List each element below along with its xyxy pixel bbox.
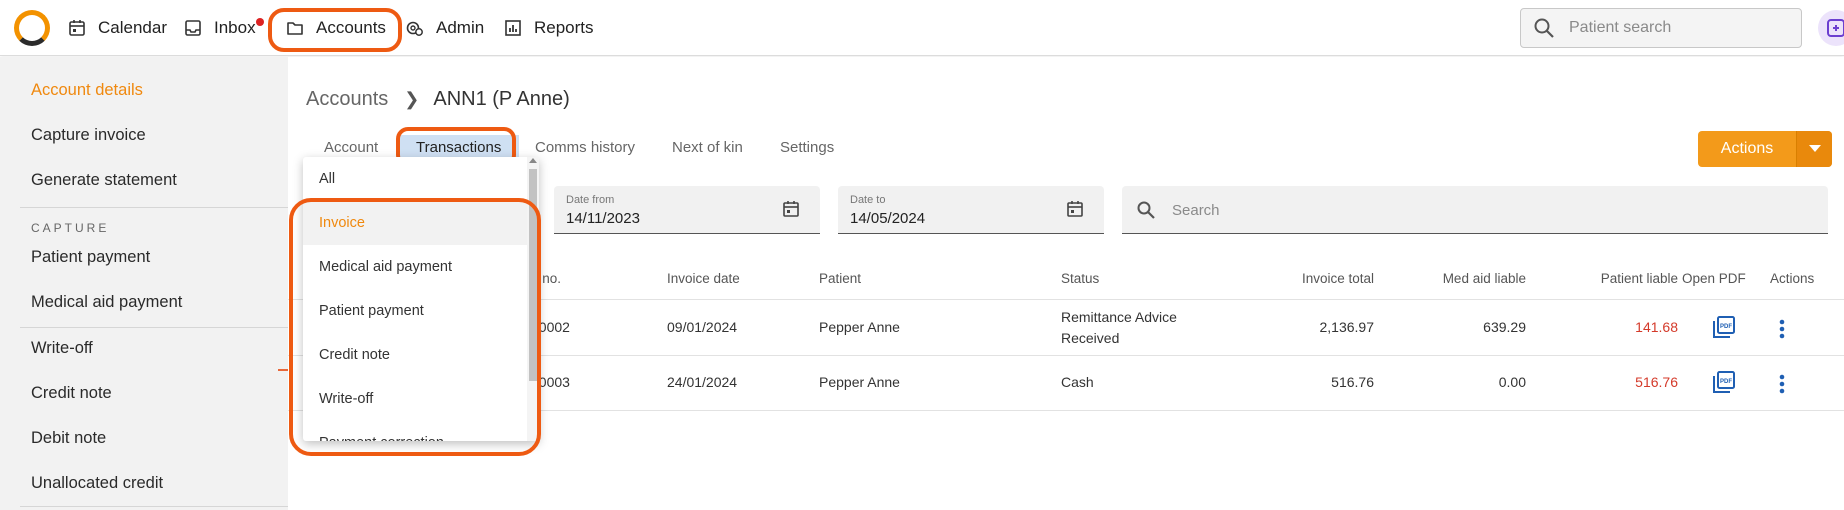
sidebar-item-medical-aid-payment[interactable]: Medical aid payment <box>31 293 182 312</box>
cell-status-line1: Cash <box>1061 374 1094 390</box>
breadcrumb-accounts[interactable]: Accounts <box>306 88 388 111</box>
cell-patient-liable: 516.76 <box>1635 374 1678 390</box>
tab-next-of-kin[interactable]: Next of kin <box>672 139 743 156</box>
tab-settings[interactable]: Settings <box>780 139 834 156</box>
sidebar-item-generate-statement[interactable]: Generate statement <box>31 171 177 190</box>
sidebar-section-capture: CAPTURE <box>31 221 110 235</box>
dropdown-option-credit-note[interactable]: Credit note <box>303 333 527 377</box>
cell-patient: Pepper Anne <box>819 319 900 335</box>
sidebar-edge-marker <box>278 369 288 371</box>
sidebar-divider <box>20 327 288 328</box>
sidebar-divider <box>20 207 288 208</box>
column-header-actions: Actions <box>1770 271 1815 286</box>
cell-invoice-total: 516.76 <box>1331 374 1374 390</box>
column-header-patient-liable[interactable]: Patient liable <box>1578 271 1678 286</box>
breadcrumb-current: ANN1 (P Anne) <box>433 88 570 110</box>
date-to-value: 14/05/2024 <box>850 210 926 227</box>
date-to-field[interactable]: Date to 14/05/2024 <box>838 186 1104 234</box>
account-sidebar: Account details Capture invoice Generate… <box>0 57 288 510</box>
sidebar-item-unallocated-credit[interactable]: Unallocated credit <box>31 474 163 493</box>
date-from-label: Date from <box>566 194 615 206</box>
admin-gear-icon <box>406 21 423 36</box>
sidebar-item-credit-note[interactable]: Credit note <box>31 384 112 403</box>
nav-calendar-label: Calendar <box>98 18 167 37</box>
user-avatar[interactable] <box>1818 10 1844 46</box>
inbox-icon <box>185 20 201 36</box>
patient-search-input[interactable] <box>1569 19 1789 37</box>
calendar-picker-icon[interactable] <box>782 200 800 218</box>
nav-inbox[interactable]: Inbox <box>184 15 264 41</box>
folder-icon <box>287 22 303 35</box>
pdf-icon[interactable]: PDF <box>1712 370 1736 394</box>
sidebar-divider <box>20 506 288 507</box>
cell-invoice-total: 2,136.97 <box>1319 319 1375 335</box>
cell-med-aid-liable: 0.00 <box>1498 374 1526 390</box>
nav-admin-label: Admin <box>436 18 485 37</box>
caret-down-icon <box>1808 145 1821 152</box>
more-vertical-icon[interactable] <box>1779 319 1785 339</box>
column-header-invoice-total[interactable]: Invoice total <box>1294 271 1374 286</box>
cell-invoice-date: 09/01/2024 <box>667 319 738 335</box>
tab-comms-history[interactable]: Comms history <box>535 139 635 156</box>
sidebar-item-account-details[interactable]: Account details <box>31 81 143 100</box>
more-vertical-icon[interactable] <box>1779 374 1785 394</box>
tab-account[interactable]: Account <box>324 139 378 156</box>
column-header-patient[interactable]: Patient <box>819 271 861 286</box>
sidebar-item-capture-invoice[interactable]: Capture invoice <box>31 126 146 145</box>
svg-text:PDF: PDF <box>1720 379 1732 385</box>
nav-accounts-label: Accounts <box>316 18 386 37</box>
nav-reports[interactable]: Reports <box>504 15 594 41</box>
nav-inbox-label: Inbox <box>214 18 256 37</box>
cell-status-line2: Received <box>1061 330 1120 346</box>
dropdown-option-patient-payment[interactable]: Patient payment <box>303 289 527 333</box>
cell-patient: Pepper Anne <box>819 374 900 390</box>
top-navigation-bar: Calendar Inbox Accounts Admin Reports <box>0 0 1844 56</box>
sidebar-item-patient-payment[interactable]: Patient payment <box>31 248 150 267</box>
nav-calendar[interactable]: Calendar <box>68 15 167 41</box>
nav-reports-label: Reports <box>534 18 594 37</box>
transaction-search-field[interactable]: Search <box>1122 186 1828 234</box>
dropdown-option-all[interactable]: All <box>303 157 527 201</box>
column-header-invoice-date[interactable]: Invoice date <box>667 271 740 286</box>
cell-patient-liable: 141.68 <box>1635 319 1678 335</box>
dropdown-option-medical-aid-payment[interactable]: Medical aid payment <box>303 245 527 289</box>
user-puzzle-icon <box>1827 19 1844 37</box>
search-icon <box>1534 18 1554 38</box>
nav-admin[interactable]: Admin <box>406 15 484 41</box>
pdf-icon[interactable]: PDF <box>1712 315 1736 339</box>
dropdown-scrollbar-thumb[interactable] <box>529 169 537 381</box>
scroll-up-arrow-icon[interactable] <box>529 158 537 163</box>
nav-accounts[interactable]: Accounts <box>286 15 386 41</box>
transaction-search-placeholder: Search <box>1172 202 1220 219</box>
transaction-type-dropdown[interactable]: All Invoice Medical aid payment Patient … <box>303 157 539 441</box>
column-header-status[interactable]: Status <box>1061 271 1099 286</box>
dropdown-scrollbar[interactable] <box>527 157 539 441</box>
column-header-open-pdf: Open PDF <box>1682 271 1746 286</box>
date-to-label: Date to <box>850 194 886 206</box>
svg-text:PDF: PDF <box>1720 324 1732 330</box>
notification-dot <box>255 18 264 26</box>
cell-status-line1: Remittance Advice <box>1061 309 1177 325</box>
actions-button-label: Actions <box>1720 140 1774 157</box>
search-icon <box>1137 201 1155 219</box>
dropdown-option-invoice[interactable]: Invoice <box>303 201 527 245</box>
cell-med-aid-liable: 639.29 <box>1483 319 1526 335</box>
chevron-right-icon: ❯ <box>404 89 420 109</box>
date-from-value: 14/11/2023 <box>566 210 640 227</box>
calendar-picker-icon[interactable] <box>1066 200 1084 218</box>
column-header-med-aid-liable[interactable]: Med aid liable <box>1426 271 1526 286</box>
cell-invoice-date: 24/01/2024 <box>667 374 738 390</box>
actions-button[interactable]: Actions <box>1698 131 1832 167</box>
dropdown-option-write-off[interactable]: Write-off <box>303 377 527 421</box>
report-chart-icon <box>505 20 521 36</box>
date-from-field[interactable]: Date from 14/11/2023 <box>554 186 820 234</box>
calendar-icon <box>69 20 85 36</box>
dropdown-option-payment-correction[interactable]: Payment correction <box>303 421 527 441</box>
app-logo[interactable] <box>14 10 50 46</box>
sidebar-item-write-off[interactable]: Write-off <box>31 339 93 358</box>
patient-search-box[interactable] <box>1520 8 1802 48</box>
breadcrumb: Accounts ❯ ANN1 (P Anne) <box>306 88 570 111</box>
sidebar-item-debit-note[interactable]: Debit note <box>31 429 106 448</box>
actions-dropdown-toggle[interactable] <box>1796 131 1832 167</box>
